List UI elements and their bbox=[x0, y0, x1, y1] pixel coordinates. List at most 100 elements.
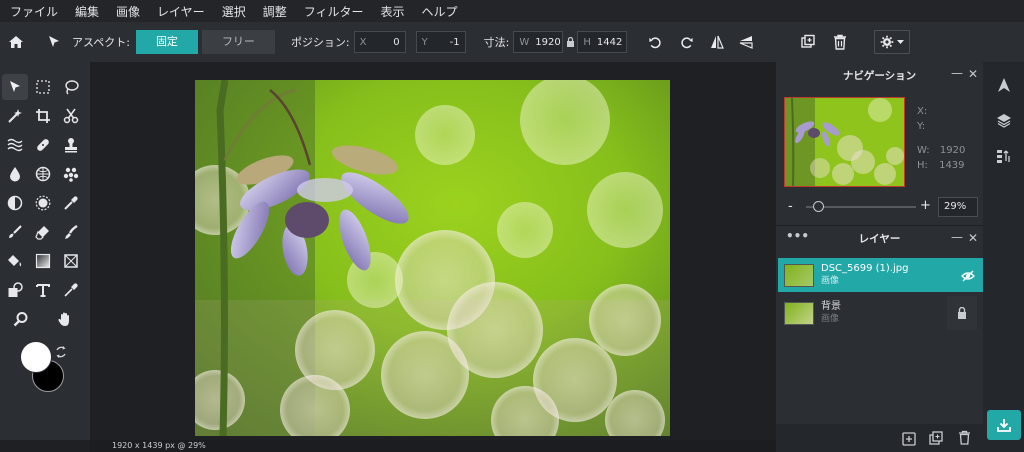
text-tool[interactable] bbox=[30, 277, 56, 303]
zoom-out-button[interactable]: - bbox=[788, 199, 793, 214]
settings-dropdown[interactable] bbox=[874, 30, 911, 54]
visibility-hidden-icon[interactable] bbox=[961, 268, 975, 287]
shape-frame-icon bbox=[64, 254, 78, 268]
aspect-free-button[interactable]: フリー bbox=[201, 30, 275, 54]
gradient-tool[interactable] bbox=[30, 248, 56, 274]
gradient-icon bbox=[35, 253, 51, 269]
rotate-left-icon[interactable] bbox=[641, 28, 669, 56]
layers-close-icon[interactable]: ✕ bbox=[968, 231, 978, 245]
crop-icon bbox=[36, 109, 50, 123]
liquify-tool[interactable] bbox=[2, 132, 28, 158]
layers-header: ••• レイヤー — ✕ bbox=[776, 225, 983, 251]
layer-row-image[interactable]: DSC_5699 (1).jpg 画像 bbox=[778, 258, 983, 292]
select-tool[interactable] bbox=[2, 74, 28, 100]
height-field[interactable]: H 1442 bbox=[577, 31, 628, 53]
position-y-field[interactable]: Y -1 bbox=[415, 31, 466, 53]
trash-icon[interactable] bbox=[826, 28, 854, 56]
eraser-icon bbox=[35, 226, 49, 240]
heal-tool[interactable] bbox=[30, 132, 56, 158]
color-replace-tool[interactable] bbox=[58, 161, 84, 187]
home-icon[interactable] bbox=[2, 28, 30, 56]
stamp-tool[interactable] bbox=[58, 132, 84, 158]
history-panel-icon[interactable] bbox=[996, 148, 1012, 168]
add-layer-icon[interactable] bbox=[902, 431, 916, 450]
nav-w-value: 1920 bbox=[939, 145, 966, 156]
shape-tool[interactable] bbox=[58, 248, 84, 274]
nav-y-label: Y: bbox=[917, 121, 926, 132]
magnifier-icon bbox=[13, 312, 28, 327]
eraser-tool[interactable] bbox=[30, 219, 56, 245]
minimize-icon[interactable]: — bbox=[951, 66, 963, 80]
layer-thumbnail bbox=[784, 263, 814, 287]
delete-layer-icon[interactable] bbox=[958, 430, 971, 449]
layers-footer bbox=[776, 424, 983, 452]
layers-minimize-icon[interactable]: — bbox=[951, 230, 963, 244]
export-button[interactable] bbox=[987, 410, 1021, 440]
menu-select[interactable]: 選択 bbox=[222, 3, 246, 20]
zoom-tool[interactable] bbox=[8, 306, 34, 332]
zoom-in-button[interactable]: + bbox=[920, 198, 931, 213]
magic-wand-tool[interactable] bbox=[2, 103, 28, 129]
lock-icon[interactable] bbox=[563, 28, 577, 56]
text-icon bbox=[36, 284, 50, 297]
width-field[interactable]: W 1920 bbox=[513, 31, 564, 53]
rotate-right-icon[interactable] bbox=[672, 28, 700, 56]
marquee-tool[interactable] bbox=[30, 74, 56, 100]
layer-lock-icon[interactable] bbox=[947, 296, 977, 330]
object-tool[interactable] bbox=[2, 277, 28, 303]
blur-tool[interactable] bbox=[2, 161, 28, 187]
hand-tool[interactable] bbox=[52, 306, 78, 332]
dodge-burn-tool[interactable] bbox=[2, 190, 28, 216]
dashed-rectangle-icon bbox=[36, 80, 50, 94]
bandage-icon bbox=[37, 139, 49, 151]
menu-filter[interactable]: フィルター bbox=[304, 3, 364, 20]
menu-image[interactable]: 画像 bbox=[116, 3, 140, 20]
download-icon bbox=[997, 419, 1011, 432]
duplicate-icon[interactable] bbox=[794, 28, 822, 56]
navigator-thumbnail[interactable] bbox=[784, 97, 905, 187]
fill-tool[interactable] bbox=[2, 248, 28, 274]
eyedropper-tool[interactable] bbox=[58, 190, 84, 216]
pen-tool[interactable] bbox=[58, 219, 84, 245]
menu-file[interactable]: ファイル bbox=[10, 3, 58, 20]
zoom-slider[interactable] bbox=[806, 201, 916, 212]
layer-row-background[interactable]: 背景 画像 bbox=[778, 296, 983, 330]
layers-panel-icon[interactable] bbox=[996, 112, 1012, 132]
more-options-icon[interactable]: ••• bbox=[786, 229, 809, 243]
layer-thumbnail bbox=[784, 301, 814, 325]
move-tool-icon[interactable] bbox=[40, 28, 68, 56]
menu-adjust[interactable]: 調整 bbox=[263, 3, 287, 20]
sponge-tool[interactable] bbox=[30, 161, 56, 187]
y-key: Y bbox=[421, 36, 428, 48]
lasso-tool[interactable] bbox=[58, 74, 84, 100]
close-icon[interactable]: ✕ bbox=[968, 67, 978, 81]
position-x-field[interactable]: X 0 bbox=[353, 31, 406, 53]
crop-tool[interactable] bbox=[30, 103, 56, 129]
color-picker-tool[interactable] bbox=[58, 277, 84, 303]
size-label: 寸法: bbox=[483, 36, 510, 49]
magic-wand-icon bbox=[8, 109, 22, 123]
zoom-slider-handle[interactable] bbox=[813, 201, 824, 212]
cut-tool[interactable] bbox=[58, 103, 84, 129]
menu-view[interactable]: 表示 bbox=[380, 3, 404, 20]
aspect-label: アスペクト: bbox=[72, 36, 130, 49]
brush-tool[interactable] bbox=[2, 219, 28, 245]
menu-edit[interactable]: 編集 bbox=[75, 3, 99, 20]
menu-help[interactable]: ヘルプ bbox=[422, 3, 458, 20]
brightness-tool[interactable] bbox=[30, 190, 56, 216]
menu-layer[interactable]: レイヤー bbox=[157, 3, 205, 20]
swap-colors-icon[interactable] bbox=[55, 343, 67, 358]
image-canvas[interactable] bbox=[195, 80, 670, 436]
layer-name: DSC_5699 (1).jpg bbox=[821, 263, 909, 274]
zoom-value: 29% bbox=[944, 201, 967, 212]
w-key: W bbox=[519, 36, 530, 48]
status-text: 1920 x 1439 px @ 29% bbox=[112, 441, 206, 450]
flip-vertical-icon[interactable] bbox=[732, 28, 760, 56]
duplicate-layer-icon[interactable] bbox=[929, 431, 944, 450]
aspect-fixed-button[interactable]: 固定 bbox=[135, 30, 198, 54]
nav-w-label: W: bbox=[917, 145, 930, 156]
zoom-input[interactable]: 29% bbox=[938, 197, 978, 217]
navigator-panel-icon[interactable] bbox=[996, 77, 1012, 97]
flip-horizontal-icon[interactable] bbox=[703, 28, 731, 56]
foreground-color-swatch[interactable] bbox=[20, 341, 52, 373]
